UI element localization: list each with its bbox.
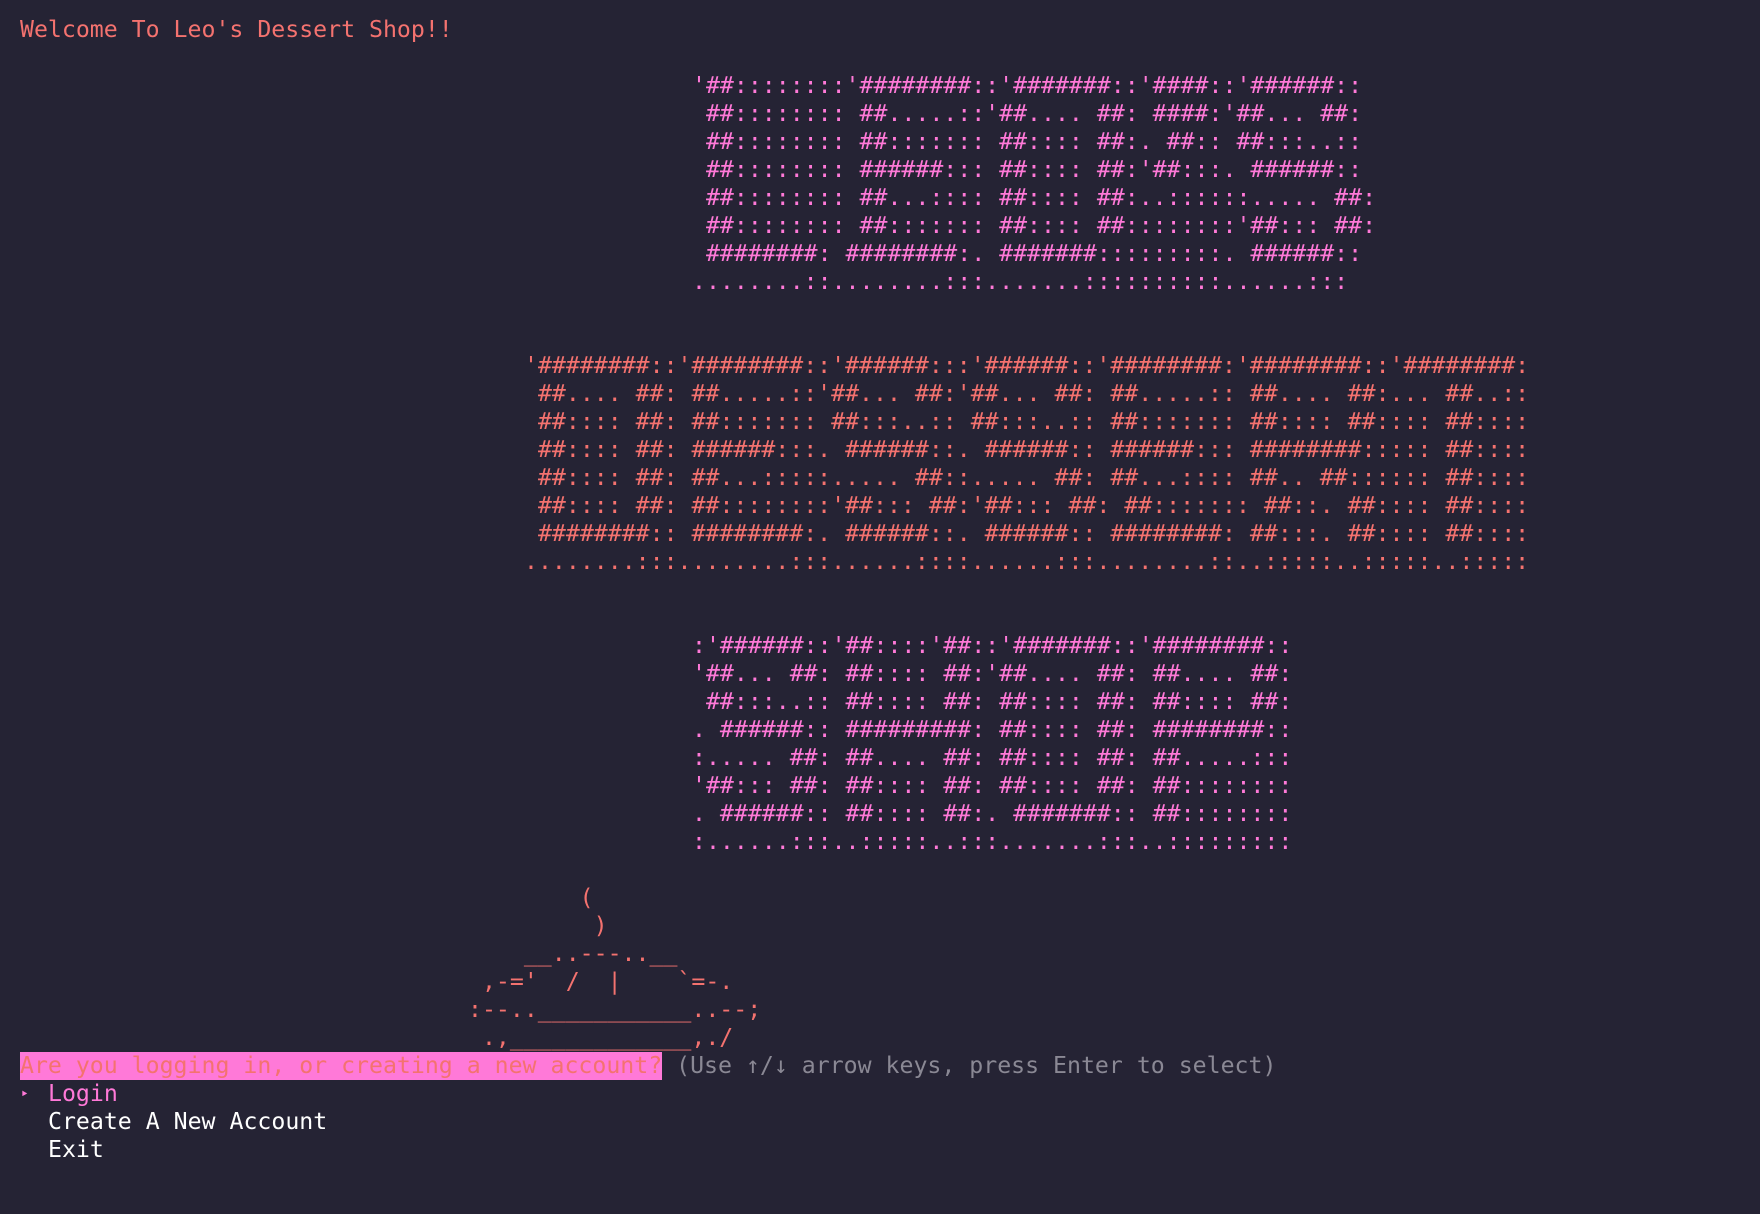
prompt-hint: (Use ↑/↓ arrow keys, press Enter to sele… xyxy=(662,1052,1277,1079)
ascii-banner-leos: '##::::::::'########::'#######::'####::'… xyxy=(692,72,1377,295)
selection-cursor-icon: ‣ xyxy=(20,1085,30,1103)
menu-item-label: Exit xyxy=(48,1136,104,1163)
terminal-window: Welcome To Leo's Dessert Shop!! '##:::::… xyxy=(0,0,1760,1214)
menu-item-login[interactable]: ‣ Login xyxy=(20,1080,327,1108)
ascii-banner-dessert: '########::'########::'######:::'######:… xyxy=(524,352,1530,575)
ascii-pie-illustration: ( ) __..---..__ ,-=' / | `=-. :--.._____… xyxy=(468,884,762,1051)
menu-item-create-account[interactable]: Create A New Account xyxy=(20,1108,327,1136)
selection-menu: ‣ Login Create A New Account Exit xyxy=(20,1080,327,1164)
menu-item-label: Login xyxy=(48,1080,118,1107)
ascii-banner-shop: :'######::'##::::'##::'#######::'#######… xyxy=(692,632,1293,855)
menu-item-exit[interactable]: Exit xyxy=(20,1136,327,1164)
prompt-question: Are you logging in, or creating a new ac… xyxy=(20,1052,663,1080)
menu-prompt: Are you logging in, or creating a new ac… xyxy=(20,1052,1276,1080)
menu-item-label: Create A New Account xyxy=(48,1108,328,1135)
welcome-message: Welcome To Leo's Dessert Shop!! xyxy=(20,16,453,43)
